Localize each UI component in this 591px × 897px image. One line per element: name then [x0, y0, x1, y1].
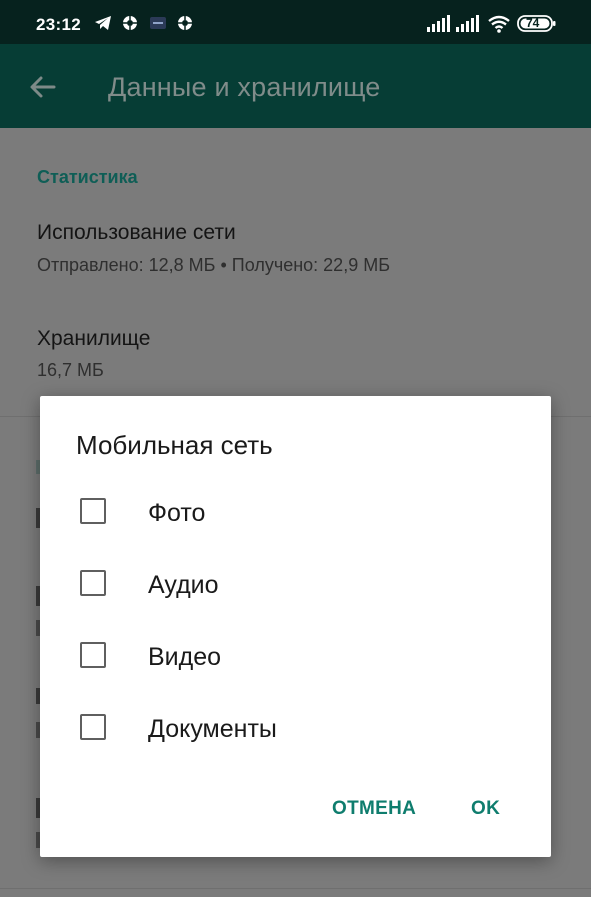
status-time: 23:12 — [36, 15, 81, 34]
signal-icon — [455, 15, 481, 32]
checkbox[interactable] — [80, 498, 106, 524]
dialog-title: Мобильная сеть — [76, 430, 273, 460]
option-label: Видео — [148, 643, 222, 671]
network-usage-title: Использование сети — [37, 221, 236, 244]
option-documents[interactable]: Документы — [76, 702, 496, 754]
mobile-network-dialog: Мобильная сеть Фото Аудио Видео Документ… — [40, 396, 551, 857]
checkbox[interactable] — [80, 570, 106, 596]
section-title-statistics: Статистика — [37, 167, 138, 187]
option-label: Документы — [148, 715, 277, 743]
network-usage-subtitle: Отправлено: 12,8 МБ • Получено: 22,9 МБ — [37, 255, 391, 275]
notification-icon — [177, 15, 193, 31]
cancel-button[interactable]: ОТМЕНА — [332, 798, 416, 820]
option-photo[interactable]: Фото — [76, 486, 496, 538]
app-bar: Данные и хранилище — [0, 44, 591, 128]
storage-title: Хранилище — [37, 327, 151, 350]
signal-icon — [426, 15, 450, 32]
mail-icon — [149, 15, 167, 31]
status-bar: 23:12 74 — [0, 0, 591, 44]
ok-button[interactable]: OK — [471, 798, 500, 820]
telegram-icon — [94, 15, 111, 31]
option-label: Фото — [148, 499, 206, 527]
checkbox[interactable] — [80, 642, 106, 668]
storage-subtitle: 16,7 МБ — [37, 360, 104, 380]
back-arrow-icon[interactable] — [26, 70, 60, 104]
page-title: Данные и хранилище — [108, 72, 381, 102]
battery-level: 74 — [526, 16, 540, 30]
option-label: Аудио — [148, 571, 219, 599]
battery-icon: 74 — [517, 15, 557, 32]
checkbox[interactable] — [80, 714, 106, 740]
option-video[interactable]: Видео — [76, 630, 496, 682]
notification-icon — [122, 15, 138, 31]
divider — [0, 888, 591, 889]
option-audio[interactable]: Аудио — [76, 558, 496, 610]
wifi-icon — [487, 15, 511, 33]
